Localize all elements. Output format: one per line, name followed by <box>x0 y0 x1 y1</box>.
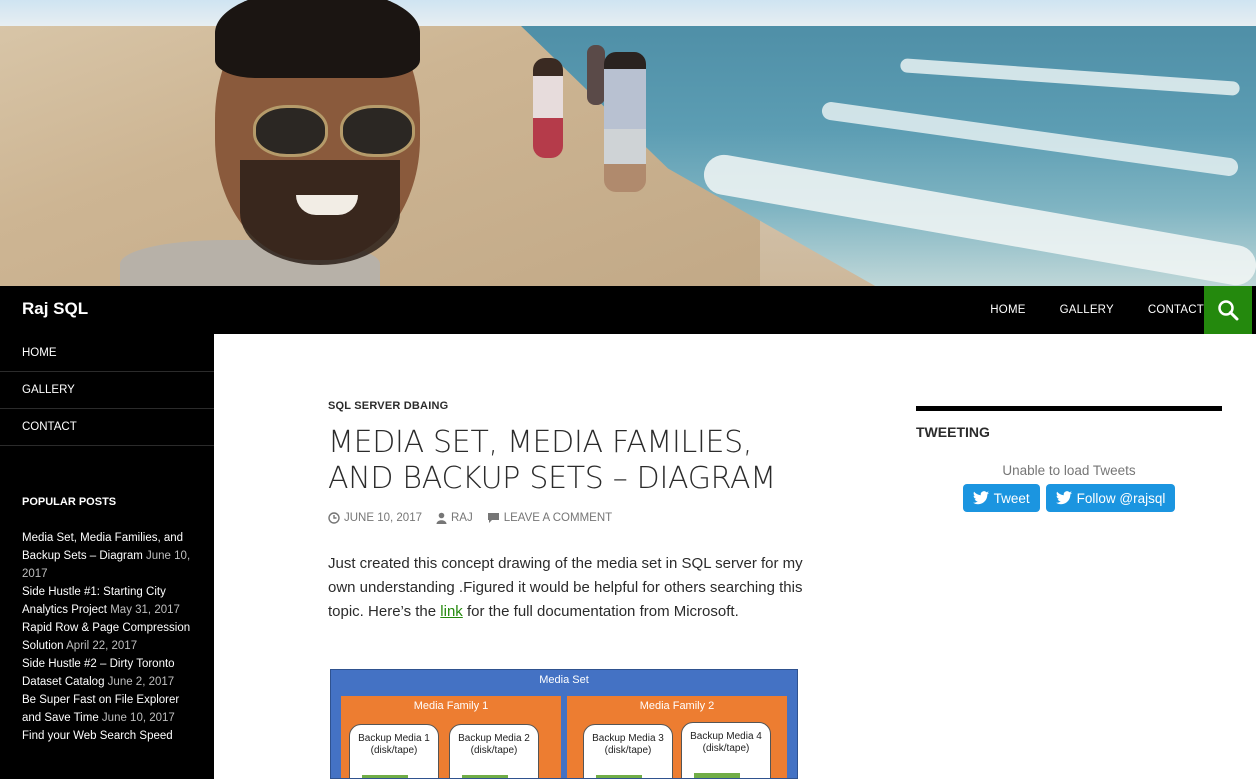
popular-post-date: May 31, 2017 <box>110 604 180 616</box>
post-body-text-end: for the full documentation from Microsof… <box>462 603 739 620</box>
popular-post[interactable]: Be Super Fast on File Explorer and Save … <box>22 691 192 727</box>
media-family-title: Media Family 2 <box>639 700 715 712</box>
backup-set-tag <box>362 775 408 778</box>
popular-post[interactable]: Rapid Row & Page Compression Solution Ap… <box>22 619 192 655</box>
backup-media-sub: (disk/tape) <box>470 745 518 756</box>
backup-media-label: Backup Media 2 <box>458 733 530 744</box>
top-nav-gallery[interactable]: GALLERY <box>1060 304 1114 316</box>
search-icon <box>1218 300 1239 321</box>
backup-media-label: Backup Media 4 <box>690 731 762 742</box>
popular-post-date: April 22, 2017 <box>66 640 138 652</box>
twitter-widget: TWEETING Unable to load Tweets Tweet Fol… <box>916 406 1222 512</box>
diagram-title: Media Set <box>539 674 589 686</box>
tweets-error-message: Unable to load Tweets <box>1002 463 1136 478</box>
top-nav-contact[interactable]: CONTACT <box>1148 304 1204 316</box>
popular-post[interactable]: Side Hustle #1: Starting City Analytics … <box>22 583 192 619</box>
left-sidebar: HOME GALLERY CONTACT POPULAR POSTS Media… <box>0 334 214 779</box>
backup-media-box: Backup Media 3 (disk/tape) <box>583 724 673 778</box>
backup-set-tag <box>694 773 740 778</box>
leave-comment-text[interactable]: LEAVE A COMMENT <box>504 512 612 524</box>
backup-media-sub: (disk/tape) <box>370 745 418 756</box>
backup-media-box: Backup Media 4 (disk/tape) <box>681 722 771 778</box>
documentation-link[interactable]: link <box>440 603 463 620</box>
article: SQL SERVER DBAING MEDIA SET, MEDIA FAMIL… <box>328 400 808 624</box>
popular-posts-heading: POPULAR POSTS <box>22 496 117 508</box>
popular-post-date: June 2, 2017 <box>107 676 175 688</box>
post-date[interactable]: JUNE 10, 2017 <box>328 512 422 524</box>
popular-post-title[interactable]: Find your Web Search Speed <box>22 730 173 742</box>
leave-comment-link[interactable]: LEAVE A COMMENT <box>487 512 612 524</box>
top-nav-bar: Raj SQL HOME GALLERY CONTACT <box>0 286 1256 334</box>
popular-post[interactable]: Side Hustle #2 – Dirty Toronto Dataset C… <box>22 655 192 691</box>
backup-media-box: Backup Media 1 (disk/tape) <box>349 724 439 778</box>
primary-nav: HOME GALLERY CONTACT <box>956 286 1204 334</box>
twitter-bird-icon <box>972 491 989 505</box>
twitter-buttons: Tweet Follow @rajsql <box>916 484 1222 512</box>
side-menu-contact[interactable]: CONTACT <box>0 409 214 446</box>
header-photo <box>0 0 1256 286</box>
user-icon <box>436 512 447 524</box>
popular-post-date: June 10, 2017 <box>101 712 175 724</box>
tweet-button-label[interactable]: Tweet <box>994 491 1030 506</box>
backup-set-tag <box>596 775 642 778</box>
site-title[interactable]: Raj SQL <box>22 299 88 319</box>
follow-button[interactable]: Follow @rajsql <box>1045 484 1176 512</box>
popular-post[interactable]: Media Set, Media Families, and Backup Se… <box>22 529 192 583</box>
backup-media-label: Backup Media 3 <box>592 733 664 744</box>
media-family-box: Media Family 2 Backup Media 3 (disk/tape… <box>567 696 787 778</box>
side-menu: HOME GALLERY CONTACT <box>0 334 214 446</box>
tweet-button[interactable]: Tweet <box>962 484 1040 512</box>
post-meta: JUNE 10, 2017 RAJ LEAVE A COMMENT <box>328 512 808 524</box>
side-menu-home[interactable]: HOME <box>0 334 214 372</box>
post-title: MEDIA SET, MEDIA FAMILIES, AND BACKUP SE… <box>328 425 776 496</box>
post-author[interactable]: RAJ <box>436 512 473 524</box>
top-nav-home[interactable]: HOME <box>990 304 1025 316</box>
popular-posts-widget: POPULAR POSTS Media Set, Media Families,… <box>22 496 192 745</box>
comment-icon <box>487 513 499 523</box>
post-body: Just created this concept drawing of the… <box>328 552 808 624</box>
widget-heading: TWEETING <box>916 424 990 440</box>
popular-post[interactable]: Find your Web Search Speed <box>22 727 192 745</box>
widget-divider <box>916 406 1222 411</box>
backup-media-box: Backup Media 2 (disk/tape) <box>449 724 539 778</box>
media-family-box: Media Family 1 Backup Media 1 (disk/tape… <box>341 696 561 778</box>
media-set-diagram: Media Set Media Family 1 Backup Media 1 … <box>330 669 798 779</box>
backup-set-tag <box>462 775 508 778</box>
backup-media-label: Backup Media 1 <box>358 733 430 744</box>
media-family-title: Media Family 1 <box>413 700 489 712</box>
twitter-bird-icon <box>1055 491 1072 505</box>
follow-button-label[interactable]: Follow @rajsql <box>1077 491 1166 506</box>
backup-media-sub: (disk/tape) <box>702 743 750 754</box>
clock-icon <box>328 512 340 524</box>
backup-media-sub: (disk/tape) <box>604 745 652 756</box>
post-author-text[interactable]: RAJ <box>451 512 473 524</box>
post-category[interactable]: SQL SERVER DBAING <box>328 400 808 412</box>
post-date-text[interactable]: JUNE 10, 2017 <box>344 512 422 524</box>
search-toggle-button[interactable] <box>1204 286 1252 334</box>
side-menu-gallery[interactable]: GALLERY <box>0 372 214 409</box>
